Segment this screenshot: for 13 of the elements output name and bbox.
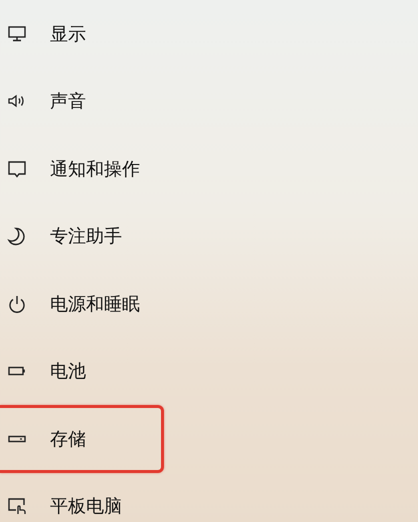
moon-icon xyxy=(7,226,27,246)
monitor-icon xyxy=(7,24,27,44)
sidebar-item[interactable]: 声音 xyxy=(0,68,164,135)
sidebar-item[interactable]: 显示 xyxy=(0,0,164,68)
sidebar-item[interactable]: 通知和操作 xyxy=(0,135,164,202)
power-icon xyxy=(7,294,27,314)
sidebar-item[interactable]: 电源和睡眠 xyxy=(0,270,164,338)
sidebar-item[interactable]: 专注助手 xyxy=(0,202,164,270)
sidebar-item[interactable]: 平板电脑 xyxy=(0,472,164,522)
tablet-hand-icon xyxy=(7,496,27,516)
sidebar-item[interactable]: 电池 xyxy=(0,338,164,405)
speech-bubble-icon xyxy=(7,158,27,179)
sidebar-item[interactable]: 存储 xyxy=(0,405,164,472)
